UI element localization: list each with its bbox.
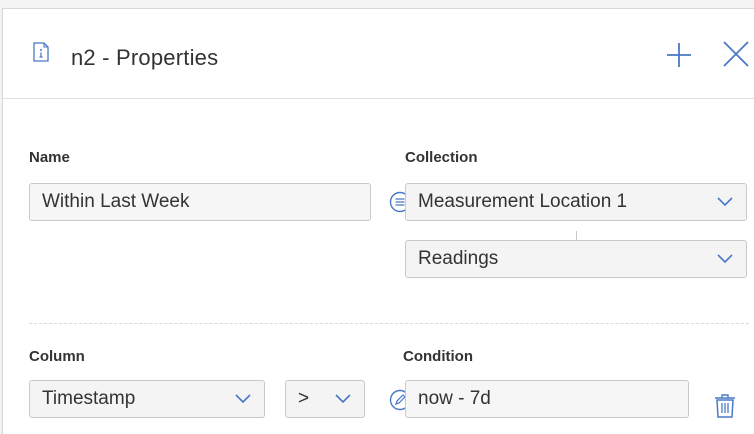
name-input-value: Within Last Week xyxy=(42,191,190,212)
column-label: Column xyxy=(29,348,85,365)
document-info-icon xyxy=(33,42,49,62)
add-button[interactable] xyxy=(665,41,693,69)
chevron-down-icon xyxy=(335,394,351,404)
panel-header: n2 - Properties xyxy=(3,9,754,99)
collection-select-value: Measurement Location 1 xyxy=(418,191,628,212)
condition-input[interactable]: now - 7d xyxy=(405,380,689,418)
name-label: Name xyxy=(29,149,70,166)
section-divider xyxy=(29,323,749,324)
subcollection-select-value: Readings xyxy=(418,248,499,269)
collection-label: Collection xyxy=(405,149,478,166)
operator-select[interactable]: > xyxy=(285,380,365,418)
subcollection-select[interactable]: Readings xyxy=(405,240,747,278)
delete-condition-button[interactable] xyxy=(713,393,737,419)
name-input[interactable]: Within Last Week xyxy=(29,183,371,221)
panel-title: n2 - Properties xyxy=(71,45,219,70)
chevron-down-icon xyxy=(717,254,733,264)
close-button[interactable] xyxy=(721,39,751,69)
column-select[interactable]: Timestamp xyxy=(29,380,265,418)
condition-label: Condition xyxy=(403,348,473,365)
collection-select[interactable]: Measurement Location 1 xyxy=(405,183,747,221)
properties-panel: n2 - Properties Name Within Last Week Co… xyxy=(2,8,754,434)
operator-select-value: > xyxy=(298,388,310,409)
chevron-down-icon xyxy=(717,197,733,207)
condition-input-value: now - 7d xyxy=(418,388,491,409)
chevron-down-icon xyxy=(235,394,251,404)
column-select-value: Timestamp xyxy=(42,388,136,409)
